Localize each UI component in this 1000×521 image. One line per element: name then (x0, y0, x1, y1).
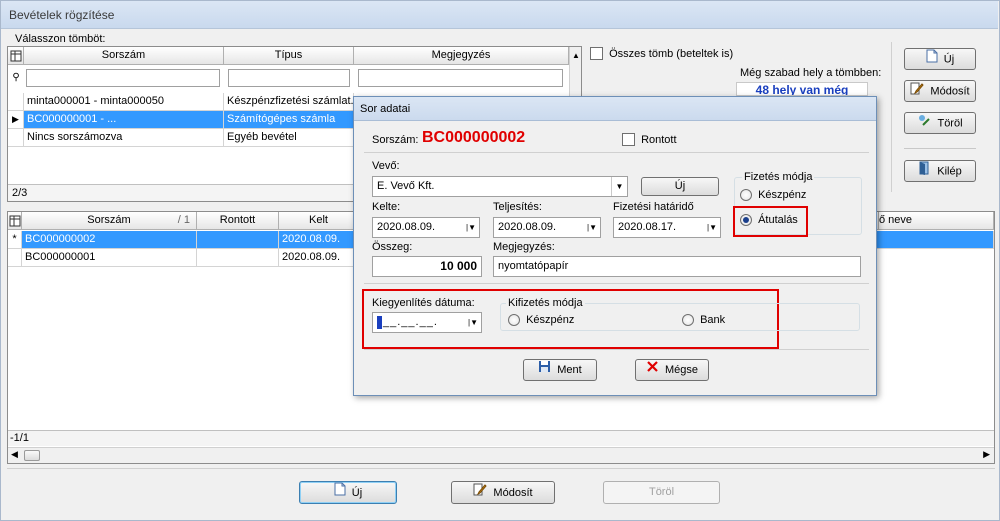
megjegyzes-input[interactable]: nyomtatópapír (493, 256, 861, 277)
hatarido-label: Fizetési határidő (613, 201, 694, 213)
chevron-down-icon[interactable]: |▼ (465, 313, 481, 332)
floppy-disk-icon (538, 360, 551, 380)
sor-adatai-dialog: Sor adatai Sorszám: BC000000002 Rontott … (353, 96, 877, 396)
sorszam-label: Sorszám: (372, 134, 419, 146)
vevo-combobox[interactable]: E. Vevő Kft. ▼ (372, 176, 628, 197)
col-sorszam[interactable]: Sorszám / 1 (22, 212, 197, 230)
rontott-checkbox[interactable]: Rontott (622, 133, 677, 146)
exit-door-icon (918, 161, 931, 182)
col-partner-neve[interactable]: ő neve (879, 212, 994, 230)
new-button[interactable]: Új (299, 481, 397, 504)
hatarido-date-field[interactable]: 2020.08.17. |▼ (613, 217, 721, 238)
vevo-label: Vevő: (372, 160, 400, 172)
scroll-thumb[interactable] (24, 450, 40, 461)
kifizetes-keszpenz-radio[interactable]: Készpénz (508, 314, 574, 327)
edit-document-icon (910, 81, 925, 102)
kiegyenlites-date-field[interactable]: __.__.__. |▼ (372, 312, 482, 333)
scroll-up-icon[interactable]: ▲ (570, 51, 581, 60)
filter-megjegyzes-input[interactable] (358, 69, 563, 87)
delete-icon (917, 113, 931, 134)
chevron-down-icon[interactable]: |▼ (584, 218, 600, 237)
chevron-down-icon[interactable]: ▼ (611, 177, 627, 196)
red-x-icon (646, 360, 659, 380)
osszeg-input[interactable]: 10 000 (372, 256, 482, 277)
row-pointer-icon: ▶ (8, 111, 24, 129)
col-rontott[interactable]: Rontott (197, 212, 279, 230)
teljesites-date-field[interactable]: 2020.08.09. |▼ (493, 217, 601, 238)
kiegyenlites-label: Kiegyenlítés dátuma: (372, 297, 475, 309)
modify-button[interactable]: Módosít (904, 80, 976, 102)
dialog-title: Sor adatai (360, 103, 411, 115)
cancel-button[interactable]: Mégse (635, 359, 709, 381)
block-select-label: Válasszon tömböt: (15, 33, 106, 45)
col-kelt[interactable]: Kelt (279, 212, 359, 230)
fizetes-keszpenz-radio[interactable]: Készpénz (740, 189, 806, 202)
grid-record-counter: -1/1 (8, 430, 994, 446)
filter-tipus-input[interactable] (228, 69, 350, 87)
horizontal-scrollbar[interactable]: ◀ ▶ (8, 447, 994, 463)
dialog-titlebar: Sor adatai (354, 97, 876, 121)
chevron-down-icon[interactable]: |▼ (704, 218, 720, 237)
grid-options-icon[interactable] (8, 47, 24, 65)
teljesites-label: Teljesítés: (493, 201, 542, 213)
free-space-label: Még szabad hely a tömbben: (740, 67, 882, 79)
kifizetes-bank-radio[interactable]: Bank (682, 314, 725, 327)
sort-indicator: / 1 (177, 214, 190, 226)
modify-button[interactable]: Módosít (451, 481, 555, 504)
filter-sorszam-input[interactable] (26, 69, 220, 87)
grid-options-icon[interactable] (8, 212, 22, 230)
free-space-value: 48 hely van még (736, 82, 868, 96)
chevron-down-icon[interactable]: |▼ (463, 218, 479, 237)
megjegyzes-label: Megjegyzés: (493, 241, 555, 253)
scroll-right-icon[interactable]: ▶ (983, 449, 990, 460)
kelte-label: Kelte: (372, 201, 401, 213)
fizetes-modja-label: Fizetés módja (742, 171, 815, 183)
col-megjegyzes[interactable]: Megjegyzés (354, 47, 569, 65)
window-titlebar: Bevételek rögzítése (1, 1, 998, 29)
osszes-tomb-checkbox[interactable]: Összes tömb (beteltek is) (590, 47, 733, 60)
exit-button[interactable]: Kilép (904, 160, 976, 182)
col-sorszam[interactable]: Sorszám (24, 47, 224, 65)
edit-document-icon (473, 482, 488, 504)
sorszam-value: BC000000002 (422, 129, 526, 146)
new-document-icon (926, 49, 938, 70)
kifizetes-modja-label: Kifizetés módja (506, 297, 585, 309)
save-button[interactable]: Ment (523, 359, 597, 381)
window-title: Bevételek rögzítése (9, 8, 115, 22)
kelte-date-field[interactable]: 2020.08.09. |▼ (372, 217, 480, 238)
new-document-icon (334, 482, 346, 504)
fizetes-atutalas-radio[interactable]: Átutalás (740, 214, 798, 227)
delete-button[interactable]: Töröl (904, 112, 976, 134)
delete-button-disabled[interactable]: Töröl (603, 481, 720, 504)
new-customer-button[interactable]: Új (641, 177, 719, 196)
osszeg-label: Összeg: (372, 241, 413, 253)
new-button[interactable]: Új (904, 48, 976, 70)
filter-binoculars-icon: ⚲ (12, 72, 20, 83)
col-tipus[interactable]: Típus (224, 47, 354, 65)
scroll-left-icon[interactable]: ◀ (11, 449, 18, 460)
